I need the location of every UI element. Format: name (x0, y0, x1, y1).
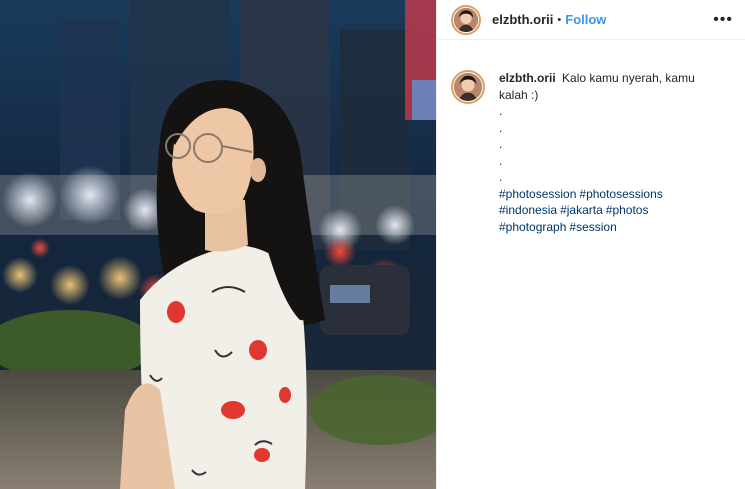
hashtag-link[interactable]: #photograph (499, 220, 566, 234)
more-options-icon[interactable]: ••• (713, 11, 733, 28)
post-header: elzbth.orii • Follow ••• (437, 0, 745, 40)
hashtag-list: #photosession #photosessions #indonesia #j… (499, 186, 719, 236)
header-username[interactable]: elzbth.orii (492, 12, 553, 27)
caption-first: elzbth.orii Kalo kamu nyerah, kamu kalah… (499, 70, 719, 103)
caption-body: elzbth.orii Kalo kamu nyerah, kamu kalah… (499, 70, 719, 235)
caption-username[interactable]: elzbth.orii (499, 71, 556, 85)
hashtag-link[interactable]: #indonesia (499, 203, 557, 217)
caption-dot-line: . (499, 104, 503, 118)
caption-avatar[interactable] (451, 70, 485, 104)
hashtag-link[interactable]: #photosessions (579, 187, 662, 201)
instagram-post: elzbth.orii • Follow ••• elzbth.orii Kal… (0, 0, 745, 489)
avatar-photo (454, 73, 482, 101)
caption-dot-line: . (499, 153, 503, 168)
post-sidebar: elzbth.orii • Follow ••• elzbth.orii Kal… (436, 0, 745, 489)
hashtag-link[interactable]: #photos (606, 203, 649, 217)
header-separator: • (557, 13, 562, 26)
avatar-photo (454, 7, 478, 32)
header-avatar[interactable] (451, 4, 481, 35)
post-photo-image (0, 0, 436, 489)
hashtag-link[interactable]: #jakarta (560, 203, 603, 217)
avatar-image (454, 73, 482, 101)
caption-dot-line: . (499, 170, 503, 184)
post-photo[interactable] (0, 0, 436, 489)
caption-dot-line: . (499, 120, 503, 135)
follow-button[interactable]: Follow (565, 12, 606, 27)
hashtag-link[interactable]: #photosession (499, 187, 576, 201)
avatar-image (454, 7, 478, 32)
hashtag-link[interactable]: #session (569, 220, 616, 234)
caption: elzbth.orii Kalo kamu nyerah, kamu kalah… (437, 40, 745, 235)
caption-dot-line: . (499, 137, 503, 151)
